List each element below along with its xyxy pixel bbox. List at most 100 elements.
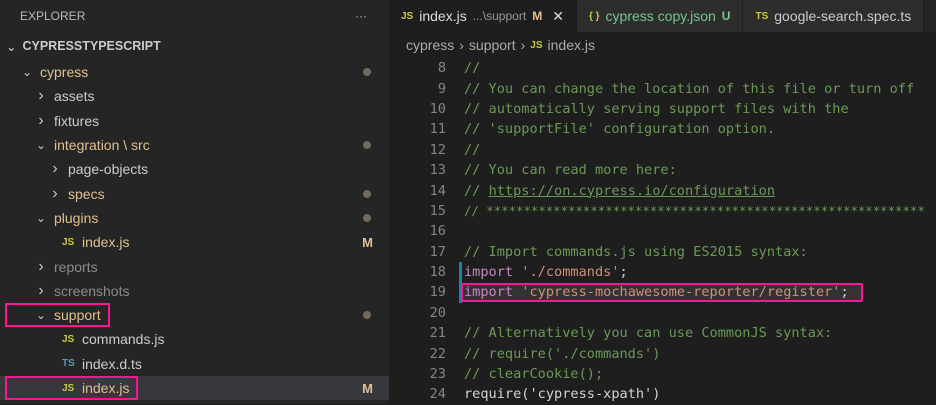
tree-item-label: integration \ src xyxy=(54,137,150,154)
close-icon[interactable]: ✕ xyxy=(552,8,564,25)
js-file-icon: JS xyxy=(530,39,543,51)
tree-item-label: support xyxy=(54,307,101,324)
line-text: // Alternatively you can use CommonJS sy… xyxy=(464,325,832,341)
tree-item-reports[interactable]: › reports xyxy=(0,254,389,278)
line-text: require('cypress-xpath') xyxy=(464,386,660,402)
tree-item-index-d-ts[interactable]: TS index.d.ts xyxy=(0,352,389,376)
keyword: import xyxy=(464,264,514,281)
js-file-icon: JS xyxy=(62,236,75,248)
tree-item-index-js[interactable]: JS index.js M xyxy=(0,230,389,254)
code-line: 10 // automatically serving support files… xyxy=(389,99,936,119)
chevron-right-icon: › xyxy=(520,37,526,53)
js-file-icon: JS xyxy=(62,333,75,345)
tree-item-integration-src[interactable]: ⌄ integration \ src xyxy=(0,133,389,157)
tree-item-label: index.d.ts xyxy=(82,355,142,372)
punct: ; xyxy=(619,264,628,281)
string: './commands' xyxy=(521,264,620,281)
line-text: // automatically serving support files w… xyxy=(464,101,849,117)
editor: JS index.js ...\support M ✕ { } cypress copy.j… xyxy=(389,0,936,404)
breadcrumb-support[interactable]: support xyxy=(469,37,516,53)
line-number: 16 xyxy=(429,223,446,240)
breadcrumb-cypress[interactable]: cypress xyxy=(406,37,454,53)
tree-item-index-js[interactable]: JS index.js M xyxy=(0,375,389,401)
comment: // *************************************… xyxy=(464,203,925,218)
tree-item-content: › reports xyxy=(6,256,106,278)
tree-item-assets[interactable]: › assets xyxy=(0,84,389,108)
code-line: 21 // Alternatively you can use CommonJS … xyxy=(389,323,936,343)
line-text: // You can read more here: xyxy=(464,162,677,178)
tree-item-fixtures[interactable]: › fixtures xyxy=(0,109,389,133)
line-text: import 'cypress-mochawesome-reporter/reg… xyxy=(464,284,849,300)
chevron-down-icon: ⌄ xyxy=(35,210,47,225)
line-number: 12 xyxy=(429,141,446,158)
code-area[interactable]: 8 // 9 // You can change the location of th… xyxy=(389,58,936,405)
modified-dot-icon xyxy=(363,68,371,77)
code-line: 13 // You can read more here: xyxy=(389,160,936,180)
line-text: import './commands'; xyxy=(464,264,628,280)
tree-item-commands-js[interactable]: JS commands.js xyxy=(0,327,389,351)
tab-google-search-spec-ts[interactable]: TS google-search.spec.ts xyxy=(743,0,925,32)
tab-bar: JS index.js ...\support M ✕ { } cypress copy.j… xyxy=(389,0,936,32)
tree-item-page-objects[interactable]: › page-objects xyxy=(0,157,389,181)
line-number: 11 xyxy=(429,121,446,138)
comment: // 'supportFile' configuration option. xyxy=(464,121,775,138)
modified-dot-icon xyxy=(363,311,371,320)
comment: // xyxy=(464,141,481,158)
breadcrumb-file[interactable]: index.js xyxy=(548,37,595,53)
tab-index-js[interactable]: JS index.js ...\support M ✕ xyxy=(389,0,577,32)
line-text: // You can change the location of this f… xyxy=(464,81,914,97)
tree-item-label: cypress xyxy=(40,64,89,81)
tree-item-screenshots[interactable]: › screenshots xyxy=(0,279,389,303)
code-line: 19 import 'cypress-mochawesome-reporter/r… xyxy=(389,282,936,303)
keyword: import xyxy=(464,284,514,301)
tab-cypress-copy-json[interactable]: { } cypress copy.json U xyxy=(576,0,744,32)
chevron-right-icon: › xyxy=(459,37,464,53)
tree-item-specs[interactable]: › specs xyxy=(0,181,389,205)
chevron-down-icon: ⌄ xyxy=(21,65,33,80)
tree-item-label: index.js xyxy=(82,380,130,396)
more-actions-icon[interactable]: ··· xyxy=(355,9,367,23)
code-line: 14 // https://on.cypress.io/configuration xyxy=(389,180,936,200)
comment: // automatically serving support files w… xyxy=(464,100,849,117)
line-text: // https://on.cypress.io/configuration xyxy=(464,183,775,199)
comment: // You can read more here: xyxy=(464,162,677,179)
tree-item-cypress[interactable]: ⌄ cypress xyxy=(0,60,389,84)
code-line: 9 // You can change the location of this … xyxy=(389,78,936,98)
tree-item-content: ⌄ integration \ src xyxy=(6,134,158,156)
code-line: 8 // xyxy=(389,58,936,78)
line-text: // *************************************… xyxy=(464,204,925,218)
js-file-icon: JS xyxy=(62,382,75,394)
code-line: 18 import './commands'; xyxy=(389,261,936,283)
line-number: 9 xyxy=(437,80,446,97)
link[interactable]: https://on.cypress.io/configuration xyxy=(489,183,775,199)
tab-badge: U xyxy=(721,9,731,23)
line-text: // xyxy=(464,142,480,158)
modified-dot-icon xyxy=(363,189,371,198)
line-number: 21 xyxy=(429,325,446,342)
tree-item-content: JS index.js xyxy=(4,376,139,400)
line-number: 13 xyxy=(429,162,446,179)
chevron-right-icon: › xyxy=(38,87,44,105)
tree-item-label: commands.js xyxy=(82,331,165,348)
tree-item-label: index.js xyxy=(82,234,130,251)
tree-item-content: › fixtures xyxy=(6,110,107,132)
comment: // xyxy=(464,60,481,77)
line-text: // require('./commands') xyxy=(464,346,660,362)
workspace-root[interactable]: ⌄ CYPRESSTYPESCRIPT xyxy=(0,32,389,60)
tree-item-content: ⌄ plugins xyxy=(6,207,106,229)
code-line: 17 // Import commands.js using ES2015 syn… xyxy=(389,242,936,262)
chevron-down-icon: ⌄ xyxy=(6,39,17,54)
tree-item-support[interactable]: ⌄ support xyxy=(0,303,389,328)
comment: // Alternatively you can use CommonJS sy… xyxy=(464,325,833,342)
tree-item-content: ⌄ cypress xyxy=(6,61,96,83)
explorer-sidebar: EXPLORER ··· ⌄ CYPRESSTYPESCRIPT ⌄ cypress ›… xyxy=(0,0,389,404)
line-number: 24 xyxy=(429,386,446,403)
tree-item-label: page-objects xyxy=(68,161,149,178)
line-text: // Import commands.js using ES2015 synta… xyxy=(464,244,808,260)
code-line: 12 // xyxy=(389,140,936,160)
modified-dot-icon xyxy=(363,213,371,222)
modified-badge: M xyxy=(362,380,373,396)
tab-label: index.js xyxy=(419,8,467,24)
code-line: 22 // require('./commands') xyxy=(389,343,936,363)
tree-item-plugins[interactable]: ⌄ plugins xyxy=(0,206,389,230)
